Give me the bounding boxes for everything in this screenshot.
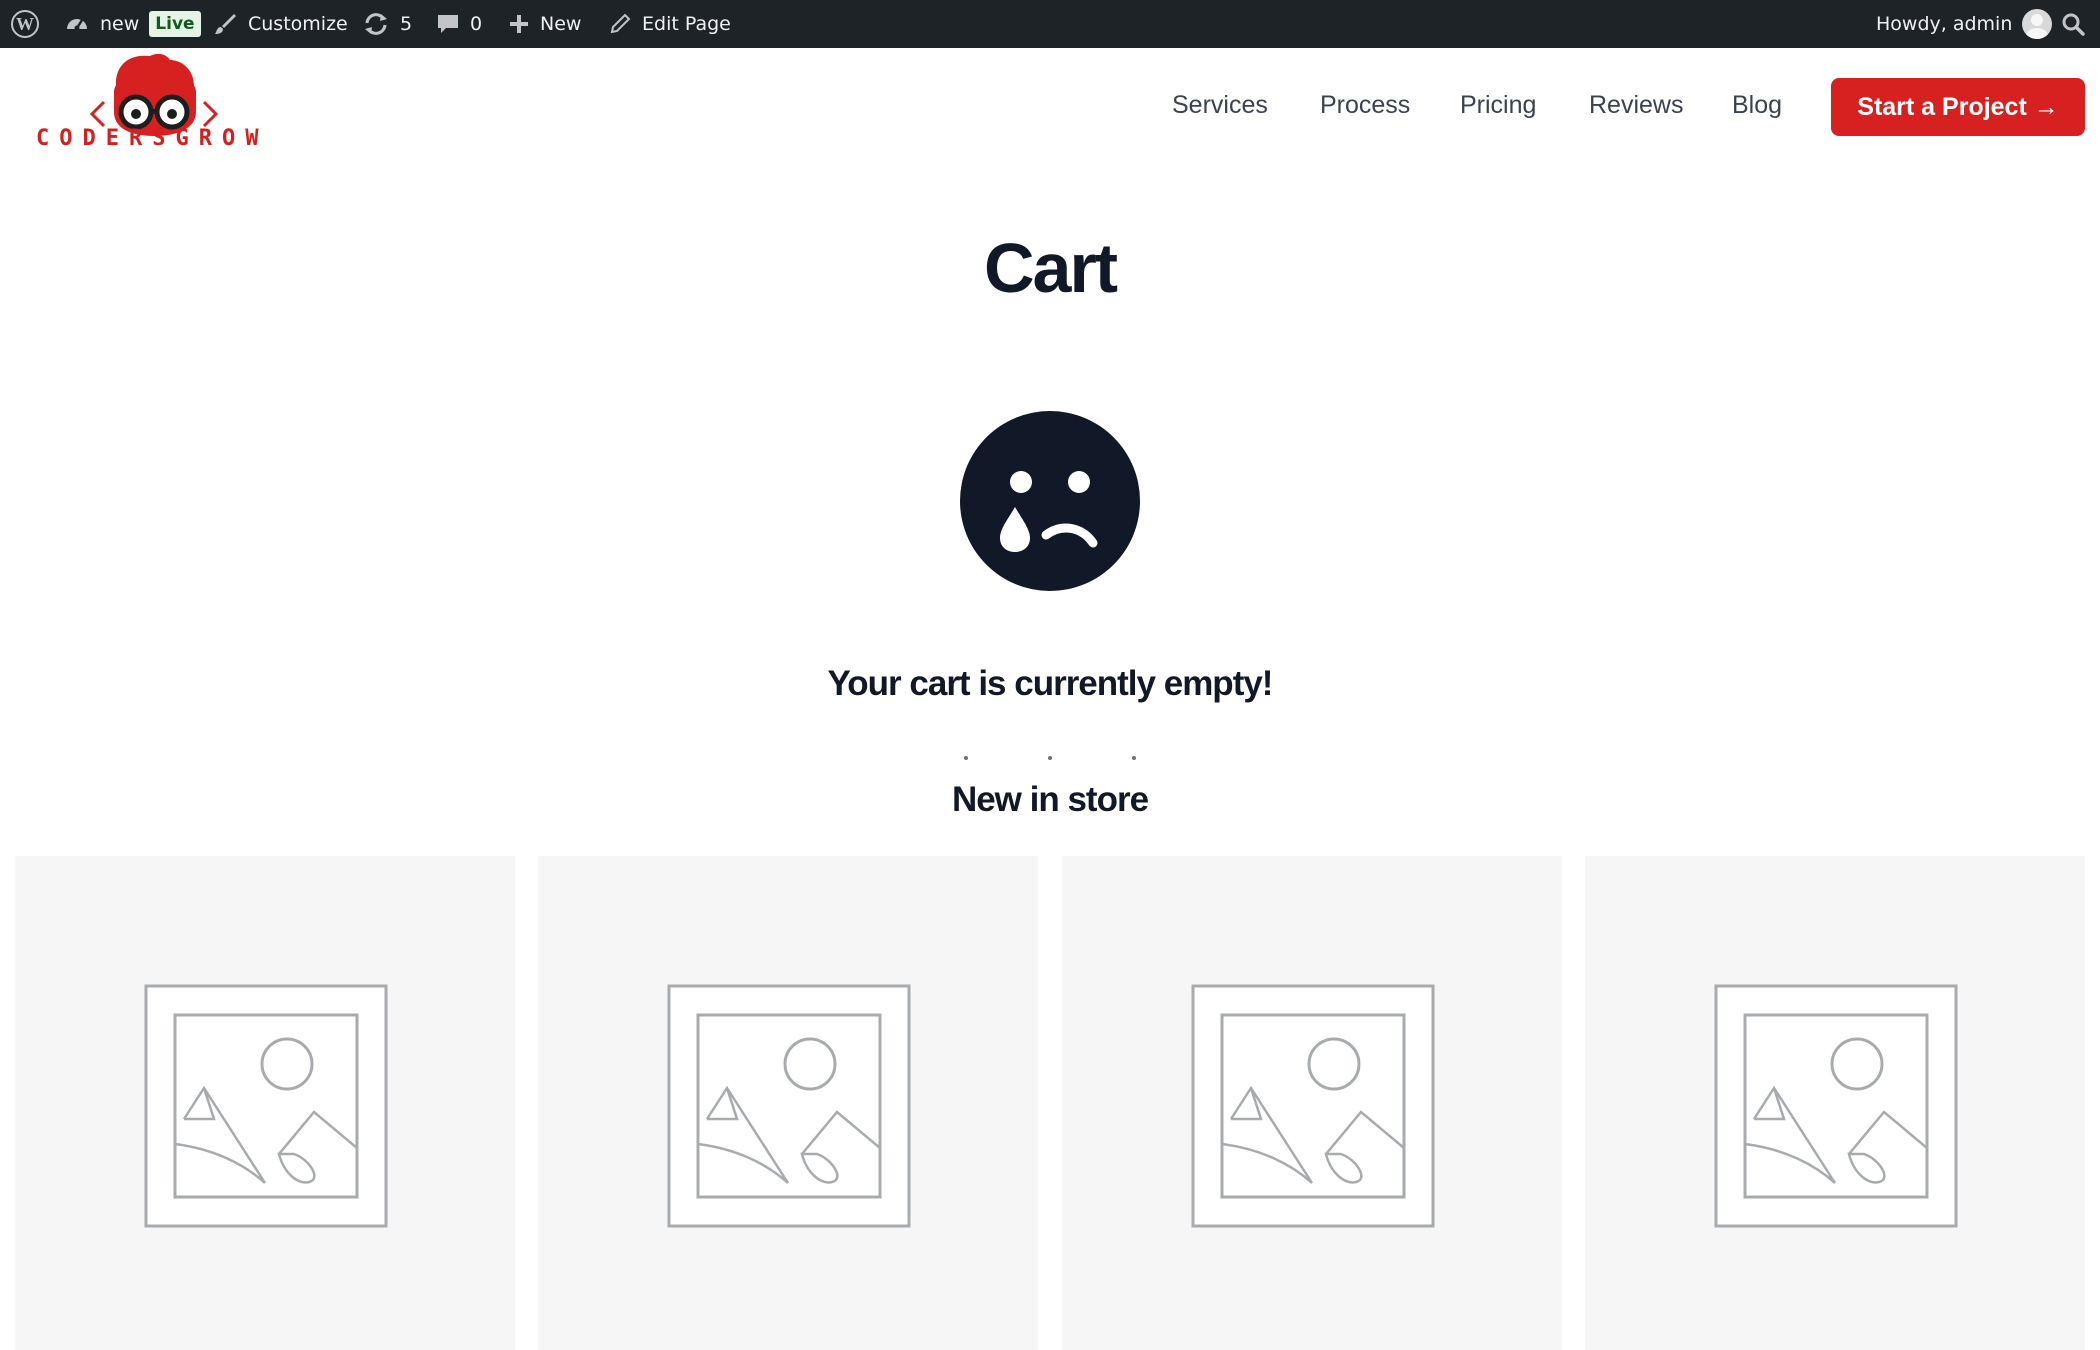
brush-icon	[212, 11, 238, 37]
product-card[interactable]	[15, 856, 515, 1350]
start-project-button[interactable]: Start a Project →	[1831, 78, 2085, 136]
customize-link[interactable]: Customize	[212, 0, 348, 48]
admin-bar: W new Live Customize 5 0 New Edit Page H…	[0, 0, 2100, 48]
nav-reviews[interactable]: Reviews	[1589, 91, 1683, 120]
avatar	[2022, 9, 2053, 39]
comments-count: 0	[470, 13, 483, 35]
updates-count: 5	[400, 13, 413, 35]
updates-link[interactable]: 5	[362, 0, 412, 48]
greeting: Howdy, admin	[1876, 13, 2013, 35]
comment-icon	[436, 12, 460, 36]
site-name-menu[interactable]: new Live	[64, 0, 201, 48]
plus-icon	[508, 13, 530, 35]
search-icon	[2060, 11, 2086, 37]
placeholder-image-icon	[667, 984, 911, 1228]
live-badge: Live	[149, 11, 201, 37]
svg-text:W: W	[16, 14, 34, 34]
nav-pricing[interactable]: Pricing	[1460, 91, 1536, 120]
dashboard-icon	[64, 11, 90, 37]
product-card[interactable]	[538, 856, 1038, 1350]
product-card[interactable]	[1062, 856, 1562, 1350]
updates-icon	[362, 11, 390, 37]
edit-page-label: Edit Page	[642, 13, 731, 35]
sad-face-icon	[960, 411, 1140, 591]
nav-process[interactable]: Process	[1320, 91, 1410, 120]
comments-link[interactable]: 0	[436, 0, 482, 48]
separator-dot	[964, 756, 968, 760]
new-content-link[interactable]: New	[508, 0, 581, 48]
nav-blog[interactable]: Blog	[1732, 91, 1782, 120]
logo-wordmark: CODERSGROW	[36, 126, 269, 151]
my-account-menu[interactable]: Howdy, admin	[1876, 0, 2053, 48]
separator-dot	[1048, 756, 1052, 760]
customize-label: Customize	[248, 13, 348, 35]
site-name: new	[100, 13, 140, 35]
placeholder-image-icon	[1714, 984, 1958, 1228]
cart-empty-message: Your cart is currently empty!	[827, 664, 1274, 703]
wordpress-menu[interactable]: W	[10, 0, 40, 48]
edit-page-link[interactable]: Edit Page	[608, 0, 731, 48]
wordpress-logo-icon: W	[10, 9, 40, 39]
placeholder-image-icon	[1191, 984, 1435, 1228]
nav-services[interactable]: Services	[1172, 91, 1268, 120]
page-title: Cart	[983, 229, 1118, 307]
admin-search[interactable]	[2060, 0, 2086, 48]
separator-dot	[1132, 756, 1136, 760]
pencil-icon	[608, 12, 632, 36]
new-label: New	[540, 13, 582, 35]
product-card[interactable]	[1585, 856, 2085, 1350]
new-in-store-heading: New in store	[951, 780, 1149, 819]
placeholder-image-icon	[144, 984, 388, 1228]
